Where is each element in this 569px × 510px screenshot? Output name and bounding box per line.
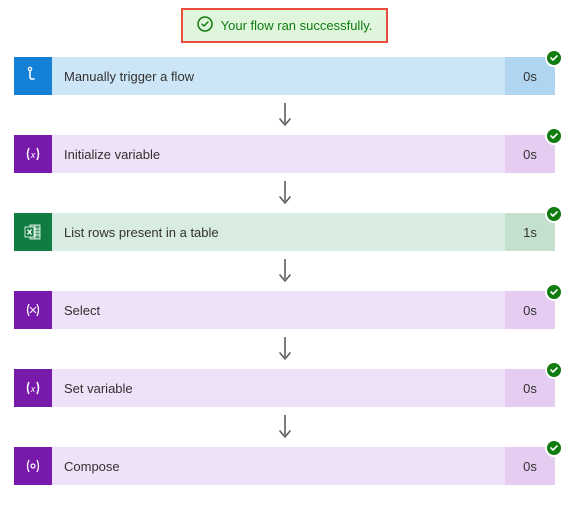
flow-step-title: Select xyxy=(52,291,505,329)
success-banner-text: Your flow ran successfully. xyxy=(221,18,373,33)
flow-step-title: Initialize variable xyxy=(52,135,505,173)
flow-step-title: Manually trigger a flow xyxy=(52,57,505,95)
status-success-icon xyxy=(545,439,563,457)
status-success-icon xyxy=(545,127,563,145)
flow-step-trigger[interactable]: Manually trigger a flow 0s xyxy=(14,57,555,95)
trigger-icon xyxy=(14,57,52,95)
arrow-down-icon xyxy=(14,95,555,135)
status-success-icon xyxy=(545,205,563,223)
flow-step-title: List rows present in a table xyxy=(52,213,505,251)
select-icon xyxy=(14,291,52,329)
flow-step-select[interactable]: Select 0s xyxy=(14,291,555,329)
flow-step-initialize-variable[interactable]: x Initialize variable 0s xyxy=(14,135,555,173)
svg-text:x: x xyxy=(30,150,36,160)
arrow-down-icon xyxy=(14,173,555,213)
flow-step-compose[interactable]: Compose 0s xyxy=(14,447,555,485)
arrow-down-icon xyxy=(14,329,555,369)
arrow-down-icon xyxy=(14,251,555,291)
flow-step-list-rows[interactable]: List rows present in a table 1s xyxy=(14,213,555,251)
variable-icon: x xyxy=(14,369,52,407)
status-success-icon xyxy=(545,283,563,301)
excel-icon xyxy=(14,213,52,251)
svg-text:x: x xyxy=(30,384,36,394)
flow-step-title: Set variable xyxy=(52,369,505,407)
variable-icon: x xyxy=(14,135,52,173)
arrow-down-icon xyxy=(14,407,555,447)
success-banner: Your flow ran successfully. xyxy=(181,8,389,43)
flow-step-title: Compose xyxy=(52,447,505,485)
flow-step-set-variable[interactable]: x Set variable 0s xyxy=(14,369,555,407)
compose-icon xyxy=(14,447,52,485)
status-success-icon xyxy=(545,49,563,67)
check-circle-icon xyxy=(197,16,213,35)
status-success-icon xyxy=(545,361,563,379)
